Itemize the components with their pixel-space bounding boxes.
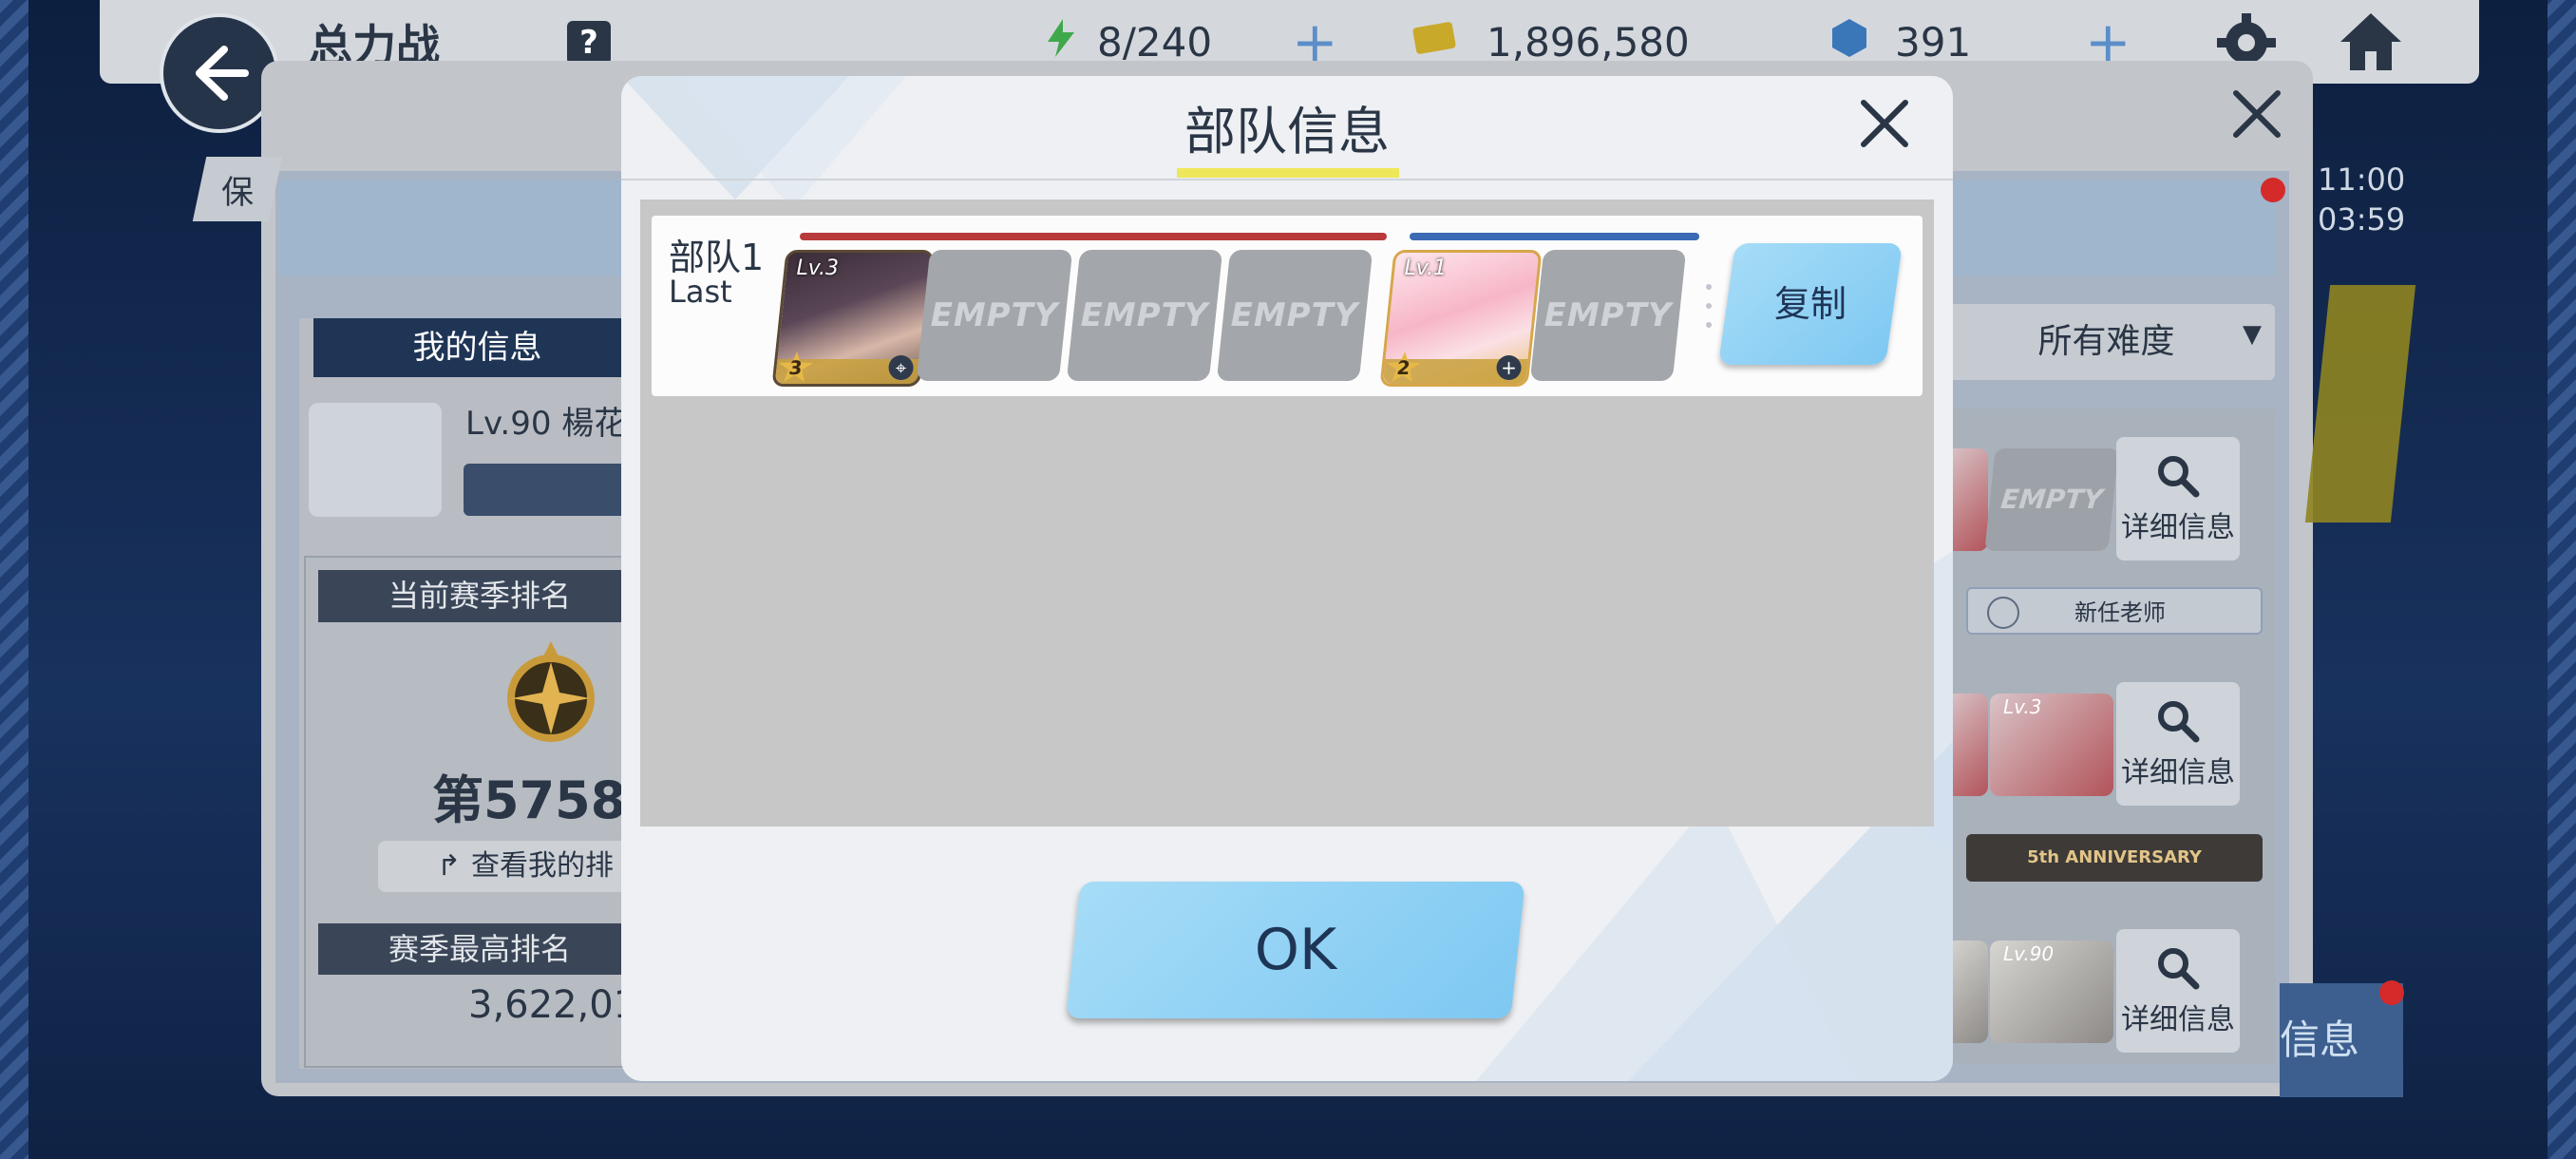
copy-button[interactable]: 复制 — [1718, 243, 1903, 365]
share-icon: ↱ — [437, 849, 462, 883]
empty-label: EMPTY — [1230, 296, 1359, 334]
rank-medal-icon — [480, 639, 622, 753]
detail-info-label: 详细信息 — [2121, 511, 2235, 544]
target-icon — [1987, 597, 2019, 629]
dialog-title: 部队信息 — [1184, 102, 1390, 162]
target-icon: ⌖ — [888, 355, 914, 380]
detail-info-label: 详细信息 — [2121, 756, 2235, 789]
chevron-down-icon: ▼ — [2243, 320, 2262, 349]
header-divider — [621, 179, 1953, 180]
squad-subtitle: Last — [669, 274, 732, 310]
new-teacher-label: 新任老师 — [2074, 599, 2166, 626]
heal-plus-icon: + — [1496, 355, 1522, 380]
character-level: Lv.1 — [1404, 256, 1448, 280]
more-dots-icon — [1706, 284, 1712, 341]
tab-tag-label: 保 — [220, 174, 254, 212]
search-icon — [2158, 948, 2200, 990]
character-slot-1[interactable]: Lv.3 3 ⌖ — [771, 250, 935, 387]
notification-dot — [2379, 980, 2404, 1005]
empty-label: EMPTY — [1544, 296, 1673, 334]
search-icon — [2158, 456, 2200, 498]
empty-label: EMPTY — [1080, 296, 1209, 334]
detail-info-button[interactable]: 详细信息 — [2116, 682, 2240, 806]
empty-slot-3[interactable]: EMPTY — [1066, 250, 1223, 381]
my-info-header: 我的信息 — [313, 318, 641, 377]
credit-value: 1,896,580 — [1487, 19, 1690, 66]
anniversary-badge: 5th ANNIVERSARY — [1966, 834, 2263, 882]
view-my-rank-button[interactable]: ↱ 查看我的排 — [378, 841, 641, 892]
striker-bar — [800, 233, 1387, 240]
ap-icon — [1040, 17, 1082, 59]
squad-name: 部队1 — [669, 237, 765, 278]
difficulty-label: 所有难度 — [2037, 322, 2175, 361]
detail-info-label: 详细信息 — [2121, 1003, 2235, 1036]
help-button[interactable]: ? — [567, 21, 611, 65]
empty-slot-2[interactable]: EMPTY — [916, 250, 1073, 381]
season-best-header: 赛季最高排名 — [318, 923, 641, 975]
gem-icon — [1828, 17, 1870, 59]
season-rank-header: 当前赛季排名 — [318, 570, 641, 622]
copy-label: 复制 — [1773, 283, 1847, 325]
difficulty-dropdown[interactable]: 所有难度 ▼ — [1938, 304, 2275, 380]
view-my-rank-label: 查看我的排 — [471, 849, 614, 883]
ok-label: OK — [1254, 917, 1337, 983]
list-character-level: Lv.90 — [2003, 942, 2055, 965]
ok-button[interactable]: OK — [1066, 882, 1525, 1018]
time-start: 11:00 — [2318, 162, 2406, 198]
outer-close-icon[interactable] — [2230, 87, 2283, 144]
notification-dot — [2261, 178, 2285, 202]
detail-info-button[interactable]: 详细信息 — [2116, 929, 2240, 1053]
tab-tag[interactable]: 保 — [192, 157, 283, 221]
squad-info-dialog: 部队信息 部队1 Last Lv.3 3 ⌖ EMPTY EMPTY EMPTY… — [621, 76, 1953, 1081]
list-empty-slot: EMPTY — [1984, 448, 2119, 551]
empty-slot-4[interactable]: EMPTY — [1216, 250, 1373, 381]
close-icon[interactable] — [1858, 97, 1911, 154]
new-teacher-badge: 新任老师 — [1966, 587, 2263, 635]
ap-value: 8/240 — [1097, 19, 1213, 66]
home-icon[interactable] — [2337, 8, 2405, 80]
search-icon — [2158, 701, 2200, 743]
empty-slot-6[interactable]: EMPTY — [1529, 250, 1687, 381]
character-slot-5[interactable]: Lv.1 2 + — [1379, 250, 1543, 387]
list-character-level: Lv.3 — [2003, 695, 2042, 718]
gem-value: 391 — [1895, 19, 1972, 66]
empty-label: EMPTY — [930, 296, 1059, 334]
list-character-portrait: Lv.3 — [1990, 694, 2113, 796]
title-underline — [1177, 168, 1399, 178]
detail-info-button[interactable]: 详细信息 — [2116, 437, 2240, 560]
credit-icon — [1411, 17, 1456, 59]
character-level: Lv.3 — [796, 256, 840, 280]
list-character-portrait: Lv.90 — [1990, 940, 2113, 1043]
time-end: 03:59 — [2318, 201, 2406, 238]
special-bar — [1410, 233, 1699, 240]
player-avatar — [309, 403, 442, 517]
